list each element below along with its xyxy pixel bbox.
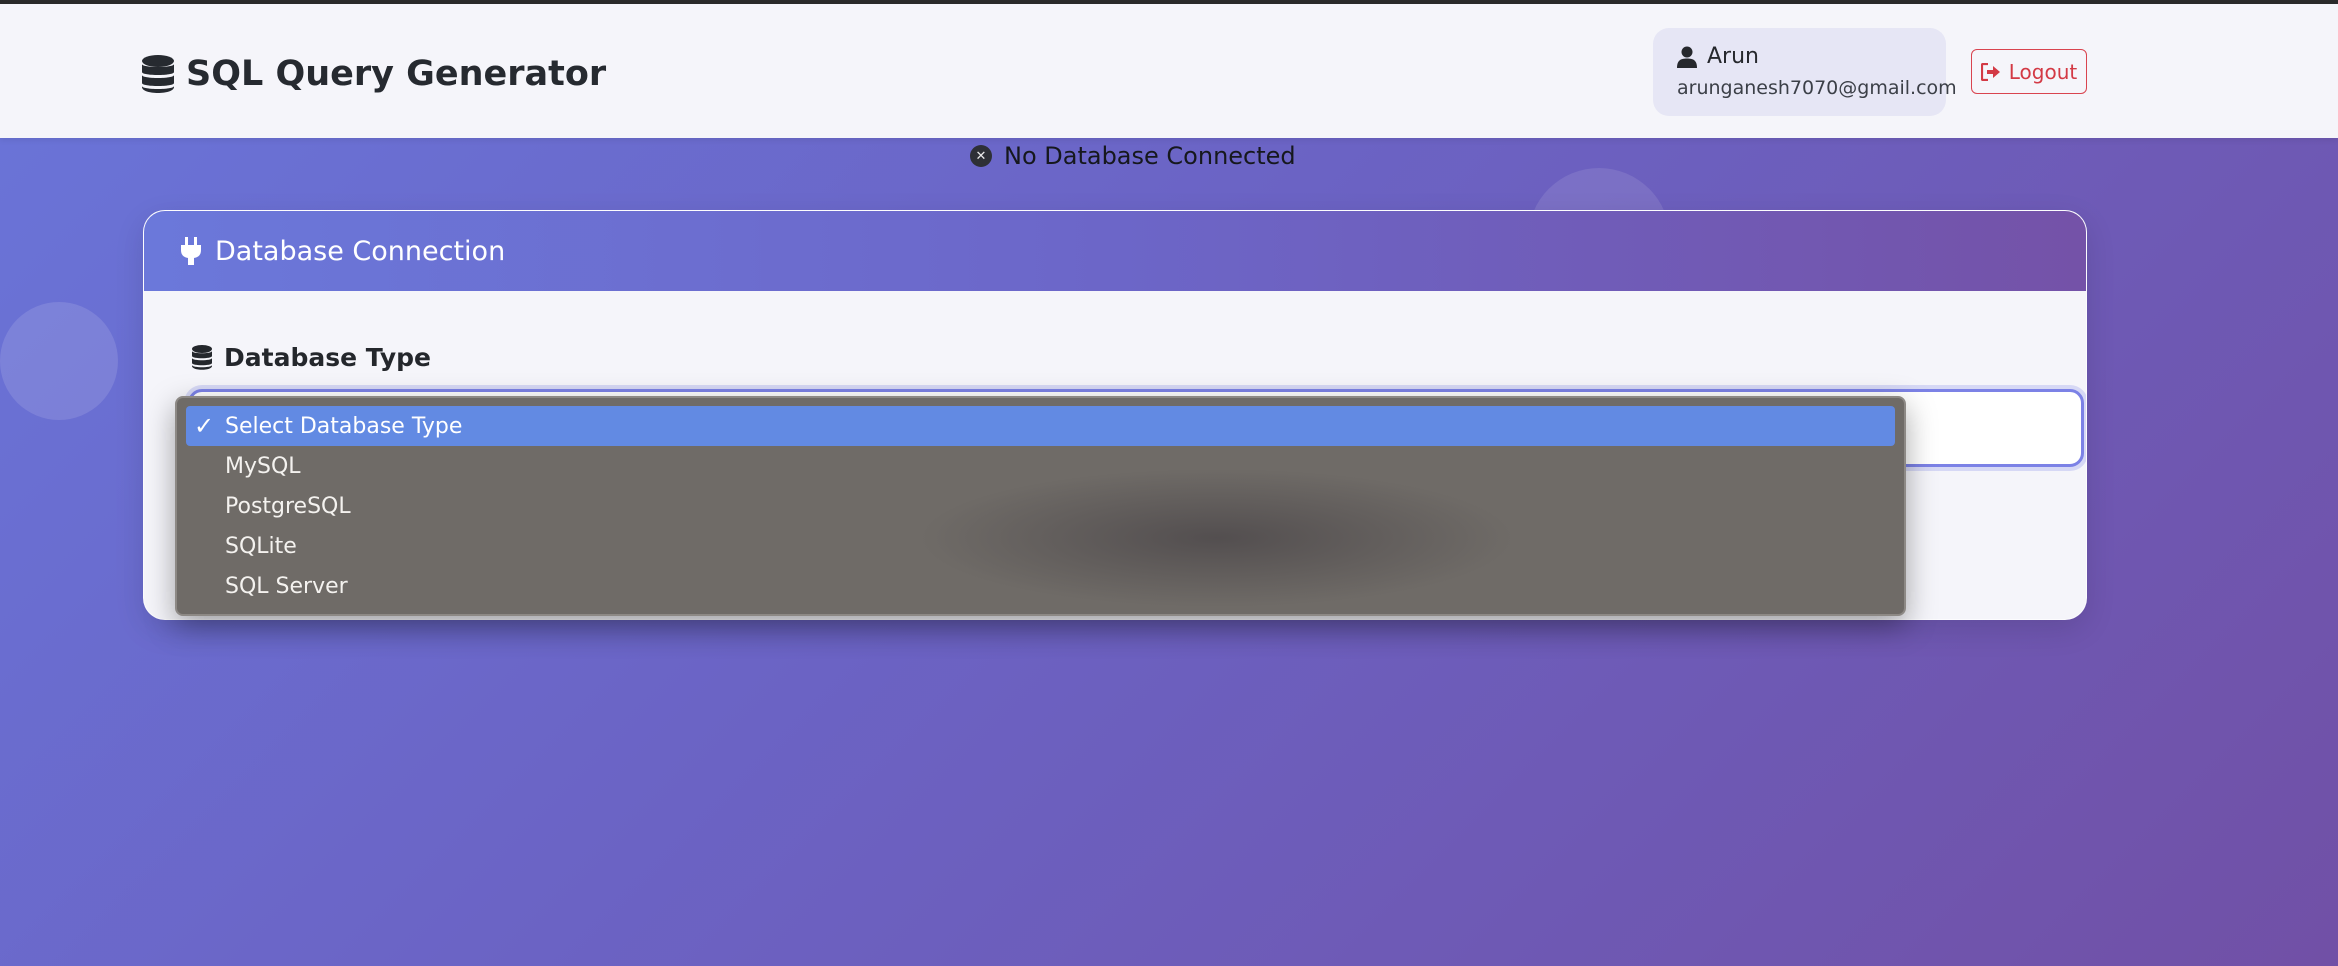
plug-icon [181, 237, 201, 265]
option-select-database-type[interactable]: ✓ Select Database Type [186, 406, 1895, 446]
option-label: MySQL [225, 453, 301, 479]
user-icon [1677, 46, 1697, 68]
option-sql-server[interactable]: SQL Server [186, 566, 1895, 606]
option-mysql[interactable]: MySQL [186, 446, 1895, 486]
checkmark-icon: ✓ [194, 412, 215, 440]
sign-out-icon [1980, 62, 2000, 81]
logout-button[interactable]: Logout [1971, 49, 2087, 94]
database-icon [142, 55, 174, 93]
connection-status: ✕ No Database Connected [970, 141, 1296, 171]
connection-status-text: No Database Connected [1004, 142, 1296, 170]
option-sqlite[interactable]: SQLite [186, 526, 1895, 566]
card-title: Database Connection [215, 235, 506, 267]
card-header: Database Connection [144, 211, 2086, 291]
option-label: Select Database Type [225, 413, 463, 439]
logout-label: Logout [2008, 59, 2078, 84]
brand[interactable]: SQL Query Generator [142, 50, 606, 98]
database-type-dropdown[interactable]: ✓ Select Database Type MySQL PostgreSQL … [175, 396, 1906, 616]
navbar: SQL Query Generator Arun arunganesh7070@… [0, 4, 2338, 138]
option-label: SQL Server [225, 573, 348, 599]
times-circle-icon: ✕ [970, 145, 992, 167]
user-name: Arun [1707, 44, 1759, 69]
app-title: SQL Query Generator [186, 54, 607, 94]
user-profile: Arun arunganesh7070@gmail.com [1653, 28, 1957, 116]
database-type-label-text: Database Type [224, 343, 431, 372]
option-label: SQLite [225, 533, 297, 559]
database-type-label: Database Type [192, 343, 431, 372]
option-postgresql[interactable]: PostgreSQL [186, 486, 1895, 526]
user-email: arunganesh7070@gmail.com [1677, 77, 1957, 99]
database-icon [192, 345, 212, 370]
option-label: PostgreSQL [225, 493, 351, 519]
decorative-circle [0, 302, 118, 420]
